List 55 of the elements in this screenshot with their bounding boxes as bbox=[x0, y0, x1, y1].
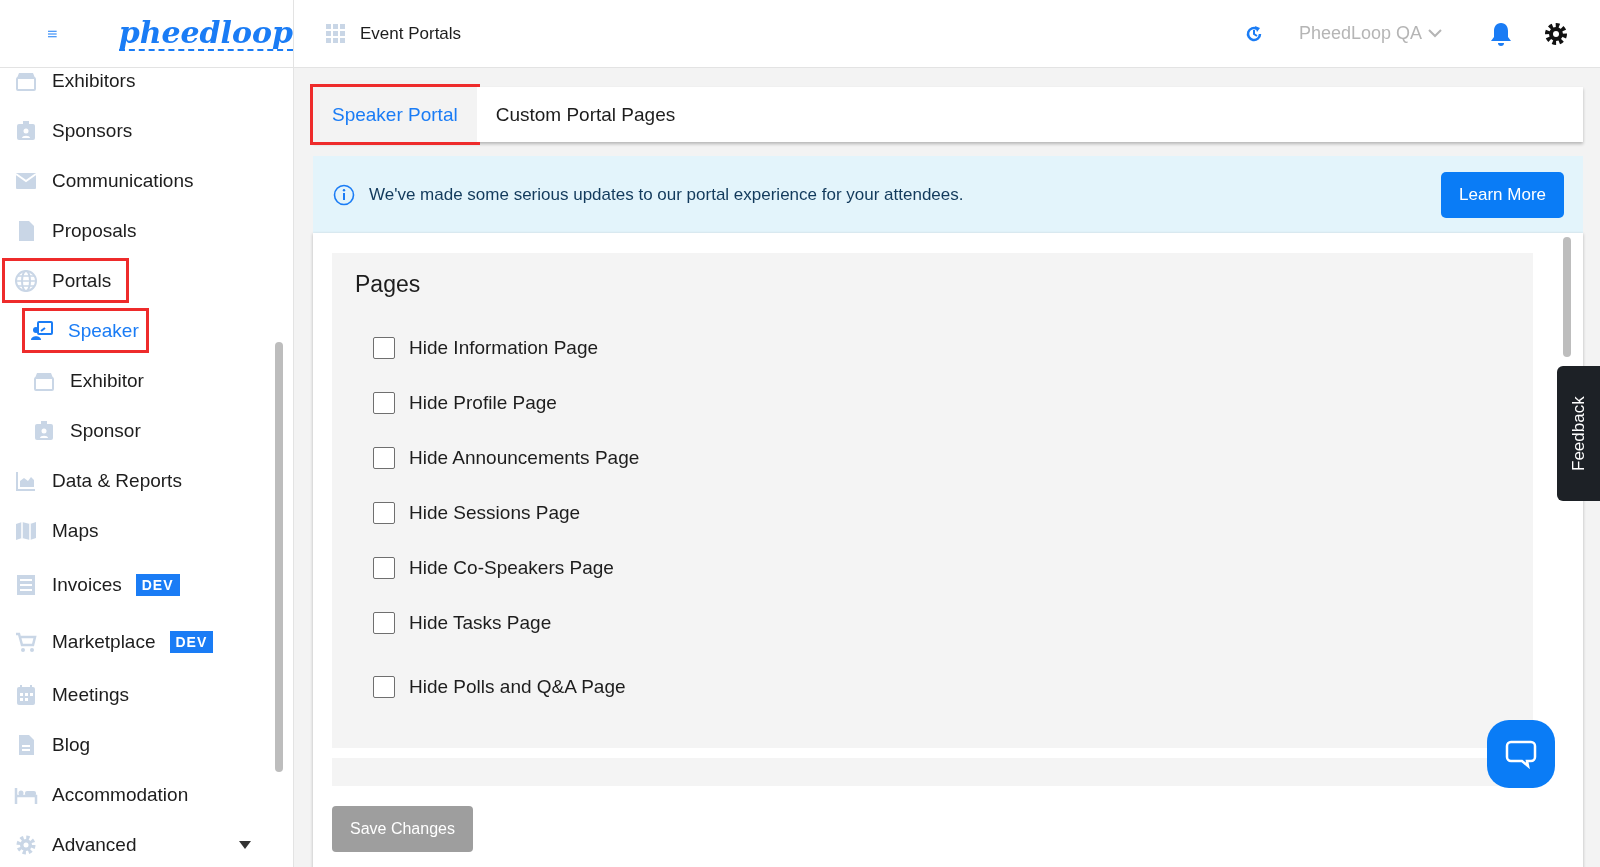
sidebar-item[interactable]: Communications bbox=[0, 156, 275, 206]
settings-icon[interactable] bbox=[1544, 21, 1568, 46]
checkbox-label[interactable]: Hide Profile Page bbox=[409, 391, 557, 414]
sidebar-item[interactable]: Exhibitors bbox=[0, 68, 275, 106]
checkbox-label[interactable]: Hide Polls and Q&A Page bbox=[409, 676, 626, 698]
info-icon bbox=[333, 183, 355, 206]
sidebar-item[interactable]: Accommodation bbox=[0, 769, 275, 820]
checkbox[interactable] bbox=[373, 611, 395, 634]
calendar-icon bbox=[14, 682, 38, 707]
feedback-tab[interactable]: Feedback bbox=[1557, 366, 1600, 501]
sidebar-item[interactable]: Invoices DEV bbox=[0, 556, 275, 614]
sidebar-item[interactable]: Proposals bbox=[0, 206, 275, 256]
checkbox-label[interactable]: Hide Announcements Page bbox=[409, 446, 640, 469]
chevron-down-icon bbox=[1428, 29, 1442, 38]
sidebar-item[interactable]: Portals bbox=[2, 258, 130, 304]
scrollbar[interactable] bbox=[275, 342, 283, 772]
learn-more-button[interactable]: Learn More bbox=[1441, 171, 1564, 218]
receipt-icon bbox=[14, 572, 38, 597]
sidebar-item[interactable]: Advanced bbox=[0, 819, 275, 867]
caret-icon[interactable] bbox=[239, 840, 251, 849]
checkbox[interactable] bbox=[373, 446, 395, 469]
sidebar-item[interactable]: Exhibitor bbox=[0, 356, 275, 407]
sidebar-item[interactable]: Data & Reports bbox=[0, 456, 275, 507]
checkbox[interactable] bbox=[373, 676, 395, 698]
badge-icon bbox=[14, 119, 38, 143]
sidebar-item[interactable]: Meetings bbox=[0, 669, 275, 720]
sidebar-item[interactable]: Blog bbox=[0, 719, 275, 770]
checkbox-label[interactable]: Hide Co-Speakers Page bbox=[409, 556, 614, 579]
presenter-icon bbox=[30, 318, 54, 343]
sidebar-item[interactable]: Maps bbox=[0, 506, 275, 557]
section-title: Pages bbox=[355, 271, 422, 298]
scrollbar[interactable] bbox=[1563, 237, 1571, 357]
tab[interactable]: Custom Portal Pages bbox=[476, 87, 695, 142]
bell-icon[interactable] bbox=[1490, 20, 1512, 47]
area-chart-icon bbox=[14, 469, 38, 494]
checkbox[interactable] bbox=[373, 556, 395, 579]
sidebar-item[interactable]: Sponsors bbox=[0, 106, 275, 156]
checkbox[interactable] bbox=[373, 391, 395, 414]
dev-badge: DEV bbox=[135, 573, 180, 596]
chat-bubble-icon bbox=[1505, 739, 1537, 769]
sidebar-item[interactable]: Marketplace DEV bbox=[0, 613, 275, 670]
checkbox-label[interactable]: Hide Tasks Page bbox=[409, 611, 552, 634]
tab[interactable]: Speaker Portal bbox=[313, 87, 477, 142]
checkbox-label[interactable]: Hide Sessions Page bbox=[409, 501, 581, 524]
refresh-icon[interactable] bbox=[1244, 24, 1263, 43]
page-title: Event Portals bbox=[360, 23, 462, 44]
banner-text: We've made some serious updates to our portal experience for your attendees. bbox=[369, 184, 965, 205]
dev-badge: DEV bbox=[169, 630, 214, 653]
chat-button[interactable] bbox=[1487, 720, 1555, 788]
checkbox[interactable] bbox=[373, 336, 395, 359]
checkbox[interactable] bbox=[373, 501, 395, 524]
checkbox-label[interactable]: Hide Information Page bbox=[409, 336, 599, 359]
sidebar-item[interactable]: Speaker bbox=[22, 308, 149, 354]
globe-icon bbox=[14, 268, 38, 293]
sidebar-item[interactable]: Sponsor bbox=[0, 406, 275, 457]
